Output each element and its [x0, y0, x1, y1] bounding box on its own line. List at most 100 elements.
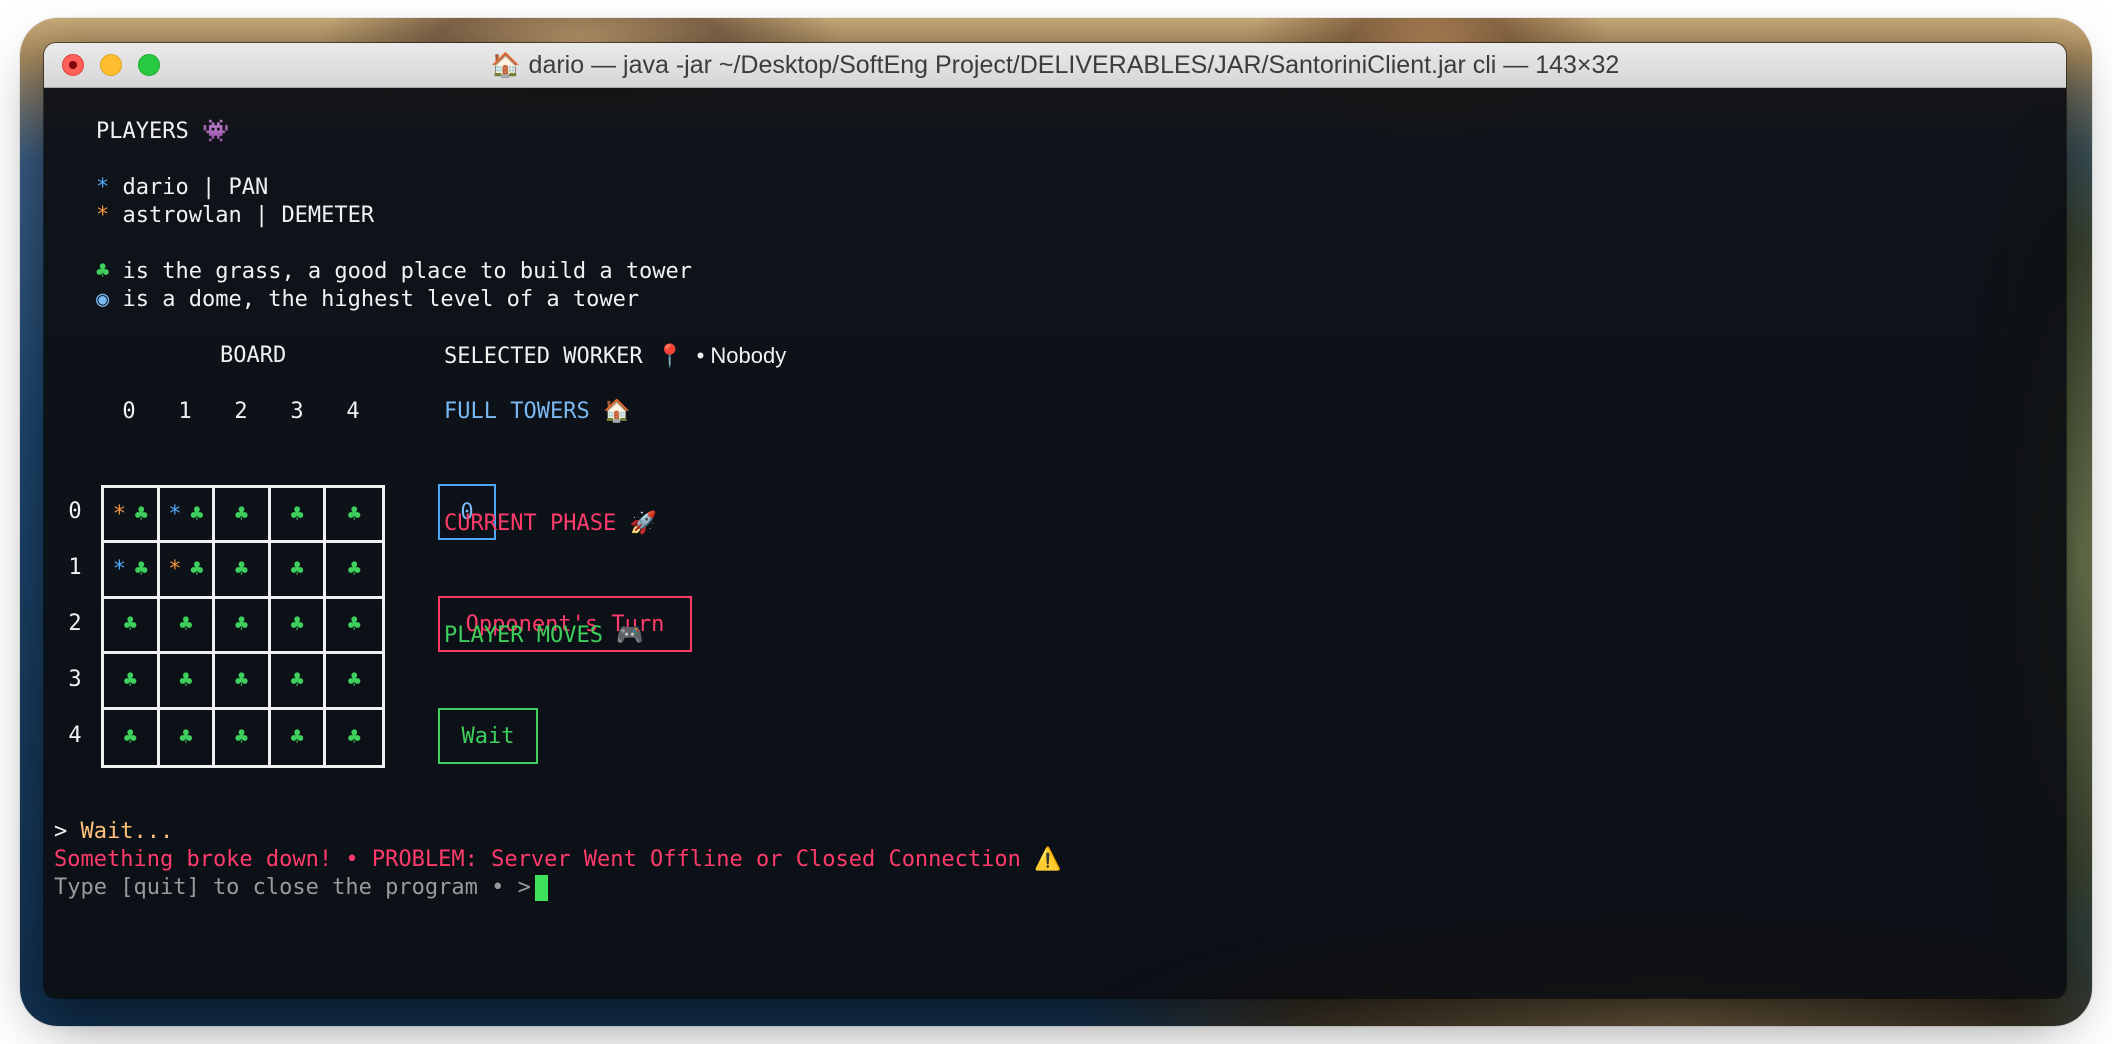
title-bar[interactable]: 🏠 dario — java -jar ~/Desktop/SoftEng Pr…	[44, 43, 2066, 88]
grass-icon: ♣	[234, 612, 249, 638]
board-row-4: 4	[68, 723, 82, 748]
board-cell-1-0[interactable]: * ♣	[104, 543, 160, 599]
grass-icon: ♣	[234, 501, 249, 527]
legend-grass: ♣ is the grass, a good place to build a …	[96, 258, 692, 286]
zoom-button[interactable]	[138, 54, 160, 76]
grass-icon: ♣	[134, 557, 148, 583]
board-cell-3-0[interactable]: ♣	[104, 654, 160, 710]
grass-icon: ♣	[290, 612, 304, 638]
player-1-marker: *	[96, 175, 110, 200]
worker-blue-icon: *	[168, 501, 182, 527]
board-cell-2-4[interactable]: ♣	[326, 599, 382, 655]
board-cell-0-0[interactable]: * ♣	[104, 488, 160, 544]
close-button[interactable]	[62, 54, 84, 76]
board-cell-2-3[interactable]: ♣	[270, 598, 327, 655]
window-title-wrap: 🏠 dario — java -jar ~/Desktop/SoftEng Pr…	[491, 51, 1620, 80]
board-cell-3-2[interactable]: ♣	[215, 654, 271, 710]
grass-icon: ♣	[96, 259, 110, 284]
board-col-4: 4	[346, 399, 360, 424]
board-cell-1-2[interactable]: ♣	[215, 543, 271, 599]
player-moves-box: Wait	[438, 708, 538, 764]
grass-icon: ♣	[290, 724, 304, 750]
board-row-3: 3	[68, 667, 82, 692]
board-cell-1-4[interactable]: ♣	[326, 543, 382, 599]
grass-icon: ♣	[347, 557, 361, 583]
board-cell-4-4[interactable]: ♣	[326, 710, 382, 765]
players-heading: PLAYERS 👾	[96, 118, 229, 146]
grass-icon: ♣	[234, 724, 249, 750]
board-row-1: 1	[68, 555, 82, 580]
board-cell-2-1[interactable]: ♣	[159, 598, 216, 655]
wait-text: Wait...	[80, 819, 174, 844]
rocket-icon: 🚀	[629, 511, 657, 536]
board-cell-4-1[interactable]: ♣	[160, 709, 216, 765]
wait-line: > Wait...	[54, 818, 173, 846]
grass-icon: ♣	[290, 557, 304, 583]
error-line: Something broke down! • PROBLEM: Server …	[54, 846, 1062, 874]
board-cell-0-3[interactable]: ♣	[270, 488, 327, 544]
warning-icon: ⚠️	[1034, 847, 1062, 872]
player-moves-label: PLAYER MOVES	[444, 623, 603, 648]
grass-icon: ♣	[179, 724, 193, 750]
grass-icon: ♣	[290, 501, 304, 527]
game-board[interactable]: * ♣ * ♣ ♣ ♣ ♣ * ♣ * ♣ ♣ ♣ ♣ ♣ ♣ ♣ ♣ ♣ ♣ ♣ ♣ ♣ ♣ ♣ ♣ ♣ ♣ ♣	[101, 485, 385, 768]
board-col-1: 1	[178, 399, 192, 424]
board-cell-1-3[interactable]: ♣	[270, 543, 327, 599]
traffic-lights	[62, 54, 160, 76]
board-cell-2-0[interactable]: ♣	[104, 598, 160, 655]
alien-monster-icon: 👾	[201, 119, 230, 144]
board-cell-2-2[interactable]: ♣	[215, 598, 271, 655]
grass-icon: ♣	[134, 501, 148, 527]
board-cell-4-0[interactable]: ♣	[104, 709, 160, 765]
current-phase-row: CURRENT PHASE 🚀	[444, 510, 657, 538]
board-col-2: 2	[234, 399, 248, 424]
grass-icon: ♣	[290, 667, 304, 693]
players-heading-text: PLAYERS	[96, 119, 189, 144]
quit-prompt-line[interactable]: Type [quit] to close the program • >	[54, 874, 548, 902]
gamepad-icon: 🎮	[616, 623, 644, 648]
board-cell-0-1[interactable]: * ♣	[159, 488, 216, 544]
grass-icon: ♣	[190, 557, 204, 583]
terminal-content[interactable]: PLAYERS 👾 * dario | PAN * astrowlan | DE…	[44, 88, 2066, 998]
board-cell-0-4[interactable]: ♣	[326, 488, 382, 544]
board-cell-0-2[interactable]: ♣	[215, 488, 271, 544]
house-icon: 🏠	[490, 51, 521, 79]
board-cell-4-3[interactable]: ♣	[271, 709, 327, 765]
text-cursor[interactable]	[534, 875, 548, 901]
grass-icon: ♣	[347, 612, 361, 638]
player-row-2: * astrowlan | DEMETER	[96, 202, 374, 230]
worker-blue-icon: *	[112, 557, 126, 583]
board-cell-1-1[interactable]: * ♣	[159, 543, 216, 599]
player-2-name: astrowlan | DEMETER	[122, 203, 375, 228]
board-cell-3-3[interactable]: ♣	[270, 654, 327, 710]
grass-icon: ♣	[179, 667, 193, 693]
player-2-marker: *	[96, 203, 110, 228]
grass-icon: ♣	[347, 724, 361, 750]
pin-icon: 📍	[655, 344, 684, 369]
selected-worker-value: • Nobody	[696, 343, 787, 368]
board-row-2: 2	[68, 611, 82, 636]
board-label: BOARD	[220, 343, 287, 368]
error-text: Something broke down! • PROBLEM: Server …	[54, 847, 1021, 872]
legend-dome: ◉ is a dome, the highest level of a towe…	[96, 286, 639, 314]
worker-orange-icon: *	[112, 501, 126, 527]
board-col-0: 0	[122, 399, 136, 424]
full-towers-row: FULL TOWERS 🏠	[444, 398, 630, 426]
terminal-window[interactable]: 🏠 dario — java -jar ~/Desktop/SoftEng Pr…	[44, 43, 2066, 998]
grass-icon: ♣	[179, 612, 193, 638]
prompt-marker: >	[54, 819, 68, 844]
selected-worker-row: SELECTED WORKER 📍 • Nobody	[444, 342, 786, 370]
grass-icon: ♣	[123, 612, 137, 638]
board-cell-3-1[interactable]: ♣	[159, 654, 216, 710]
window-title: dario — java -jar ~/Desktop/SoftEng Proj…	[528, 50, 1620, 79]
legend-grass-text: is the grass, a good place to build a to…	[122, 259, 693, 284]
player-1-name: dario | PAN	[122, 175, 269, 200]
board-col-3: 3	[290, 399, 304, 424]
current-phase-label: CURRENT PHASE	[444, 511, 617, 536]
minimize-button[interactable]	[100, 54, 122, 76]
legend-dome-text: is a dome, the highest level of a tower	[122, 287, 640, 312]
board-row-0: 0	[68, 499, 82, 524]
board-cell-3-4[interactable]: ♣	[326, 654, 382, 710]
board-cell-4-2[interactable]: ♣	[215, 709, 271, 765]
grass-icon: ♣	[123, 724, 137, 750]
